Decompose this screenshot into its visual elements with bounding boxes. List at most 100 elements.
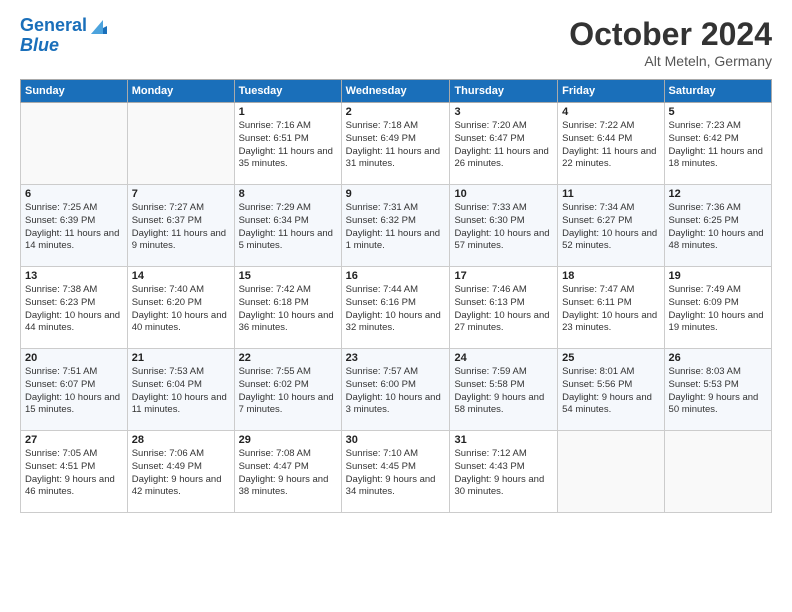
day-number: 7 [132, 188, 230, 200]
table-row: 3 Sunrise: 7:20 AMSunset: 6:47 PMDayligh… [450, 103, 558, 185]
title-block: October 2024 Alt Meteln, Germany [569, 16, 772, 69]
day-info: Sunrise: 7:05 AMSunset: 4:51 PMDaylight:… [25, 448, 123, 499]
table-row: 17 Sunrise: 7:46 AMSunset: 6:13 PMDaylig… [450, 267, 558, 349]
table-row: 19 Sunrise: 7:49 AMSunset: 6:09 PMDaylig… [664, 267, 771, 349]
calendar-week-5: 27 Sunrise: 7:05 AMSunset: 4:51 PMDaylig… [21, 431, 772, 513]
day-info: Sunrise: 7:18 AMSunset: 6:49 PMDaylight:… [346, 120, 446, 171]
calendar-week-2: 6 Sunrise: 7:25 AMSunset: 6:39 PMDayligh… [21, 185, 772, 267]
day-info: Sunrise: 7:29 AMSunset: 6:34 PMDaylight:… [239, 202, 337, 253]
table-row: 12 Sunrise: 7:36 AMSunset: 6:25 PMDaylig… [664, 185, 771, 267]
day-info: Sunrise: 7:34 AMSunset: 6:27 PMDaylight:… [562, 202, 659, 253]
table-row: 23 Sunrise: 7:57 AMSunset: 6:00 PMDaylig… [341, 349, 450, 431]
table-row: 16 Sunrise: 7:44 AMSunset: 6:16 PMDaylig… [341, 267, 450, 349]
day-info: Sunrise: 7:08 AMSunset: 4:47 PMDaylight:… [239, 448, 337, 499]
day-number: 28 [132, 434, 230, 446]
day-info: Sunrise: 7:36 AMSunset: 6:25 PMDaylight:… [669, 202, 767, 253]
day-number: 2 [346, 106, 446, 118]
day-number: 27 [25, 434, 123, 446]
day-number: 20 [25, 352, 123, 364]
logo: General Blue [20, 16, 109, 56]
table-row: 24 Sunrise: 7:59 AMSunset: 5:58 PMDaylig… [450, 349, 558, 431]
day-number: 4 [562, 106, 659, 118]
table-row: 27 Sunrise: 7:05 AMSunset: 4:51 PMDaylig… [21, 431, 128, 513]
calendar-week-4: 20 Sunrise: 7:51 AMSunset: 6:07 PMDaylig… [21, 349, 772, 431]
table-row [558, 431, 664, 513]
day-number: 12 [669, 188, 767, 200]
day-info: Sunrise: 7:31 AMSunset: 6:32 PMDaylight:… [346, 202, 446, 253]
day-number: 16 [346, 270, 446, 282]
table-row: 26 Sunrise: 8:03 AMSunset: 5:53 PMDaylig… [664, 349, 771, 431]
day-info: Sunrise: 7:20 AMSunset: 6:47 PMDaylight:… [454, 120, 553, 171]
logo-blue-text: Blue [20, 36, 59, 56]
table-row [21, 103, 128, 185]
day-number: 15 [239, 270, 337, 282]
calendar-table: Sunday Monday Tuesday Wednesday Thursday… [20, 79, 772, 513]
table-row: 21 Sunrise: 7:53 AMSunset: 6:04 PMDaylig… [127, 349, 234, 431]
day-number: 29 [239, 434, 337, 446]
day-number: 30 [346, 434, 446, 446]
day-number: 23 [346, 352, 446, 364]
day-info: Sunrise: 7:49 AMSunset: 6:09 PMDaylight:… [669, 284, 767, 335]
table-row: 2 Sunrise: 7:18 AMSunset: 6:49 PMDayligh… [341, 103, 450, 185]
table-row: 18 Sunrise: 7:47 AMSunset: 6:11 PMDaylig… [558, 267, 664, 349]
table-row: 13 Sunrise: 7:38 AMSunset: 6:23 PMDaylig… [21, 267, 128, 349]
col-saturday: Saturday [664, 80, 771, 103]
day-info: Sunrise: 7:40 AMSunset: 6:20 PMDaylight:… [132, 284, 230, 335]
day-number: 14 [132, 270, 230, 282]
day-number: 21 [132, 352, 230, 364]
day-info: Sunrise: 7:33 AMSunset: 6:30 PMDaylight:… [454, 202, 553, 253]
day-number: 18 [562, 270, 659, 282]
table-row: 8 Sunrise: 7:29 AMSunset: 6:34 PMDayligh… [234, 185, 341, 267]
day-info: Sunrise: 7:38 AMSunset: 6:23 PMDaylight:… [25, 284, 123, 335]
col-tuesday: Tuesday [234, 80, 341, 103]
page-header: General Blue October 2024 Alt Meteln, Ge… [20, 16, 772, 69]
calendar-header-row: Sunday Monday Tuesday Wednesday Thursday… [21, 80, 772, 103]
day-number: 26 [669, 352, 767, 364]
day-number: 24 [454, 352, 553, 364]
table-row: 1 Sunrise: 7:16 AMSunset: 6:51 PMDayligh… [234, 103, 341, 185]
day-info: Sunrise: 7:27 AMSunset: 6:37 PMDaylight:… [132, 202, 230, 253]
table-row: 10 Sunrise: 7:33 AMSunset: 6:30 PMDaylig… [450, 185, 558, 267]
table-row [127, 103, 234, 185]
day-number: 10 [454, 188, 553, 200]
day-info: Sunrise: 7:16 AMSunset: 6:51 PMDaylight:… [239, 120, 337, 171]
subtitle: Alt Meteln, Germany [569, 53, 772, 69]
day-info: Sunrise: 7:44 AMSunset: 6:16 PMDaylight:… [346, 284, 446, 335]
day-number: 25 [562, 352, 659, 364]
day-number: 13 [25, 270, 123, 282]
day-info: Sunrise: 8:01 AMSunset: 5:56 PMDaylight:… [562, 366, 659, 417]
col-sunday: Sunday [21, 80, 128, 103]
col-monday: Monday [127, 80, 234, 103]
table-row: 29 Sunrise: 7:08 AMSunset: 4:47 PMDaylig… [234, 431, 341, 513]
table-row: 14 Sunrise: 7:40 AMSunset: 6:20 PMDaylig… [127, 267, 234, 349]
table-row: 9 Sunrise: 7:31 AMSunset: 6:32 PMDayligh… [341, 185, 450, 267]
day-info: Sunrise: 7:47 AMSunset: 6:11 PMDaylight:… [562, 284, 659, 335]
col-thursday: Thursday [450, 80, 558, 103]
table-row: 11 Sunrise: 7:34 AMSunset: 6:27 PMDaylig… [558, 185, 664, 267]
logo-icon [89, 16, 109, 36]
day-info: Sunrise: 7:25 AMSunset: 6:39 PMDaylight:… [25, 202, 123, 253]
day-info: Sunrise: 7:53 AMSunset: 6:04 PMDaylight:… [132, 366, 230, 417]
day-info: Sunrise: 7:51 AMSunset: 6:07 PMDaylight:… [25, 366, 123, 417]
day-number: 17 [454, 270, 553, 282]
day-info: Sunrise: 7:57 AMSunset: 6:00 PMDaylight:… [346, 366, 446, 417]
col-wednesday: Wednesday [341, 80, 450, 103]
table-row: 6 Sunrise: 7:25 AMSunset: 6:39 PMDayligh… [21, 185, 128, 267]
calendar-week-1: 1 Sunrise: 7:16 AMSunset: 6:51 PMDayligh… [21, 103, 772, 185]
table-row: 22 Sunrise: 7:55 AMSunset: 6:02 PMDaylig… [234, 349, 341, 431]
day-info: Sunrise: 7:59 AMSunset: 5:58 PMDaylight:… [454, 366, 553, 417]
table-row: 20 Sunrise: 7:51 AMSunset: 6:07 PMDaylig… [21, 349, 128, 431]
logo-text: General [20, 16, 87, 36]
day-number: 3 [454, 106, 553, 118]
day-number: 11 [562, 188, 659, 200]
day-number: 6 [25, 188, 123, 200]
day-info: Sunrise: 7:10 AMSunset: 4:45 PMDaylight:… [346, 448, 446, 499]
day-number: 5 [669, 106, 767, 118]
day-info: Sunrise: 7:06 AMSunset: 4:49 PMDaylight:… [132, 448, 230, 499]
calendar-week-3: 13 Sunrise: 7:38 AMSunset: 6:23 PMDaylig… [21, 267, 772, 349]
table-row: 7 Sunrise: 7:27 AMSunset: 6:37 PMDayligh… [127, 185, 234, 267]
main-title: October 2024 [569, 16, 772, 53]
day-number: 31 [454, 434, 553, 446]
day-info: Sunrise: 7:23 AMSunset: 6:42 PMDaylight:… [669, 120, 767, 171]
day-number: 22 [239, 352, 337, 364]
